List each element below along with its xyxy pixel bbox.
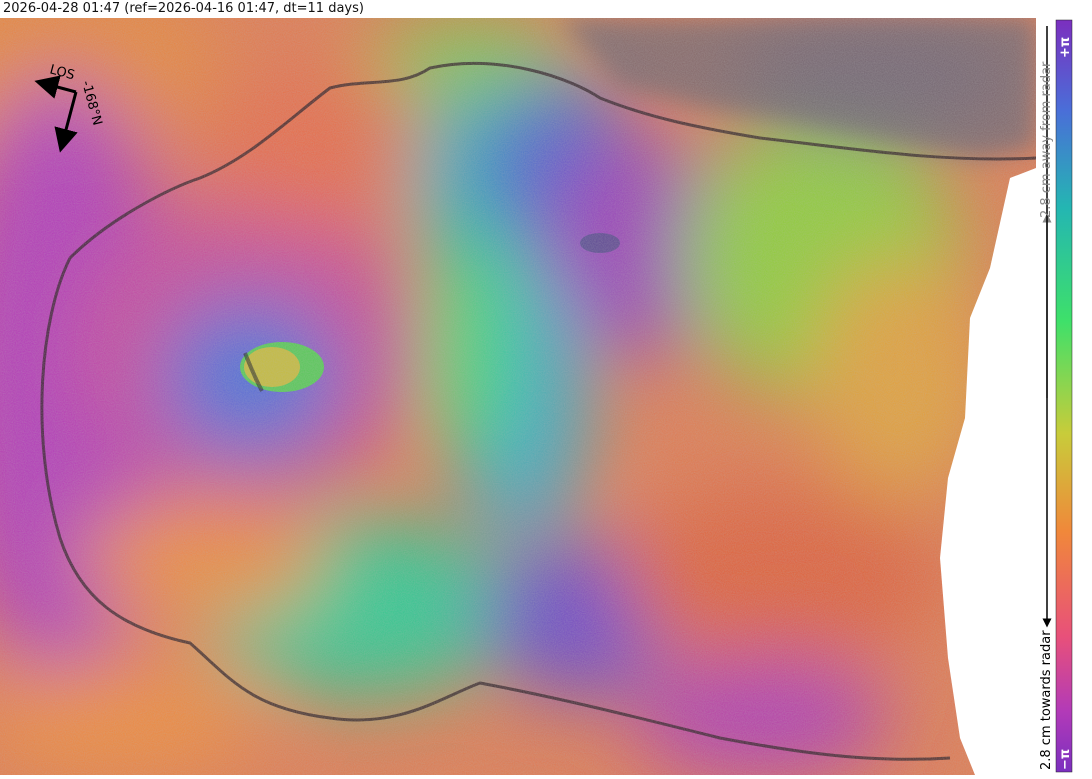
colorbar-min-label: −π [1058, 748, 1073, 770]
colorbar-max-label: +π [1058, 36, 1073, 58]
away-from-radar-label: 2.8 cm away from radar [1039, 61, 1054, 218]
towards-radar-label: 2.8 cm towards radar [1039, 630, 1054, 770]
colorbar-gradient [1055, 19, 1073, 773]
colorbar: +π −π 2.8 cm away from radar 2.8 cm towa… [1036, 18, 1092, 775]
interferogram-map: LOS -168°N [0, 18, 1036, 775]
hillshade-texture [0, 18, 1036, 775]
image-title: 2026-04-28 01:47 (ref=2026-04-16 01:47, … [3, 1, 364, 16]
